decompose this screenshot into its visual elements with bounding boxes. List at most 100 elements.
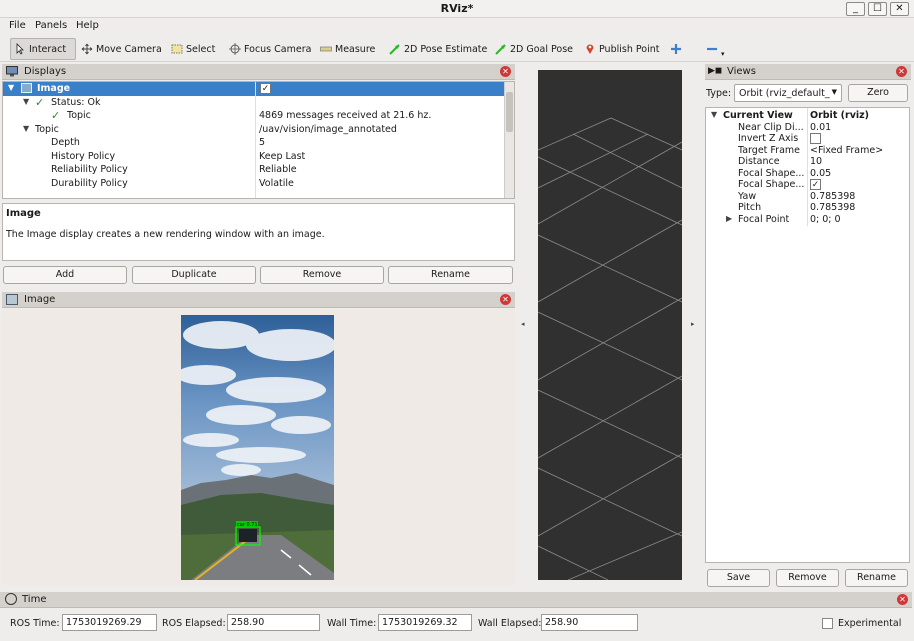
- close-time-icon[interactable]: ✕: [897, 594, 908, 605]
- chevron-down-icon[interactable]: ▾: [721, 50, 725, 58]
- pitch-value[interactable]: 0.785398: [810, 202, 855, 213]
- display-topic-value[interactable]: /uav/vision/image_annotated: [259, 124, 397, 135]
- display-reliability-label: Reliability Policy: [51, 164, 128, 175]
- distance-label: Distance: [738, 156, 780, 167]
- displays-panel-header: Displays ✕: [2, 64, 515, 80]
- yaw-label: Yaw: [738, 190, 757, 202]
- close-image-panel-icon[interactable]: ✕: [500, 294, 511, 305]
- wall-elapsed-field[interactable]: 258.90: [541, 614, 638, 631]
- monitor-icon: [6, 66, 18, 77]
- expand-arrow-icon[interactable]: ▼: [8, 83, 14, 92]
- expand-arrow-icon[interactable]: ▼: [711, 110, 717, 119]
- target-frame-value[interactable]: <Fixed Frame>: [810, 145, 883, 156]
- add-display-button[interactable]: Add: [3, 266, 127, 284]
- focal-shape-fixed-label: Focal Shape...: [738, 179, 805, 190]
- description-title: Image: [6, 208, 41, 219]
- cursor-icon: [16, 43, 24, 55]
- current-view-label: Current View: [723, 110, 793, 121]
- focal-point-value[interactable]: 0; 0; 0: [810, 214, 841, 225]
- chevron-down-icon: ▼: [831, 88, 837, 96]
- check-ok-icon: ✓: [51, 109, 61, 122]
- display-depth-value[interactable]: 5: [259, 137, 265, 148]
- close-views-icon[interactable]: ✕: [896, 66, 907, 77]
- expand-arrow-icon[interactable]: ▼: [23, 124, 29, 133]
- display-history-value[interactable]: Keep Last: [259, 151, 305, 162]
- distance-value[interactable]: 10: [810, 156, 822, 167]
- duplicate-display-button[interactable]: Duplicate: [132, 266, 256, 284]
- display-image-name: Image: [37, 83, 71, 94]
- collapse-right-icon[interactable]: ▸: [691, 320, 695, 328]
- collapse-left-icon[interactable]: ◂: [521, 320, 525, 328]
- display-history-label: History Policy: [51, 150, 116, 162]
- display-durability-value[interactable]: Volatile: [259, 178, 294, 189]
- experimental-checkbox[interactable]: [822, 618, 833, 629]
- wall-time-label: Wall Time:: [327, 618, 377, 629]
- time-title: Time: [22, 594, 47, 605]
- column-divider: [255, 82, 256, 198]
- display-topic-status-value: 4869 messages received at 21.6 hz.: [259, 110, 432, 121]
- focal-shape-size-value[interactable]: 0.05: [810, 168, 831, 179]
- view-type-select[interactable]: Orbit (rviz_default_ ▼: [734, 84, 842, 102]
- expand-arrow-icon[interactable]: ▶: [726, 214, 732, 223]
- interact-tool[interactable]: Interact: [10, 38, 76, 60]
- check-ok-icon: ✓: [35, 95, 45, 109]
- close-displays-icon[interactable]: ✕: [500, 66, 511, 77]
- view-type-value: Orbit (rviz_default_: [739, 88, 830, 99]
- minimize-button[interactable]: _: [846, 2, 865, 16]
- menu-file[interactable]: File: [9, 20, 26, 31]
- invert-z-checkbox[interactable]: [810, 133, 821, 144]
- publish-point-icon: [586, 44, 594, 54]
- pose-estimate-label: 2D Pose Estimate: [404, 43, 488, 55]
- views-panel-header: ▶◼ Views ✕: [705, 64, 911, 80]
- add-tool-button[interactable]: [667, 38, 685, 60]
- near-clip-value[interactable]: 0.01: [810, 122, 831, 133]
- minus-icon: [707, 47, 717, 51]
- rename-view-button[interactable]: Rename: [845, 569, 908, 587]
- goal-pose-tool[interactable]: 2D Goal Pose: [492, 38, 573, 60]
- remove-display-button[interactable]: Remove: [260, 266, 384, 284]
- maximize-button[interactable]: ☐: [868, 2, 887, 16]
- display-reliability-value[interactable]: Reliable: [259, 164, 297, 175]
- expand-arrow-icon[interactable]: ▼: [23, 97, 29, 106]
- yaw-value[interactable]: 0.785398: [810, 191, 855, 202]
- measure-tool[interactable]: Measure: [317, 38, 375, 60]
- focal-shape-fixed-checkbox[interactable]: ✓: [810, 179, 821, 190]
- publish-point-tool[interactable]: Publish Point: [581, 38, 659, 60]
- views-title: Views: [727, 66, 756, 77]
- displays-scrollbar[interactable]: [504, 82, 514, 198]
- scroll-thumb[interactable]: [506, 92, 513, 132]
- remove-view-button[interactable]: Remove: [776, 569, 839, 587]
- select-label: Select: [186, 43, 216, 55]
- wall-time-field[interactable]: 1753019269.32: [378, 614, 472, 631]
- zero-button[interactable]: Zero: [848, 84, 908, 102]
- display-topic-status-label: Topic: [67, 110, 91, 121]
- display-image-checkbox[interactable]: ✓: [260, 83, 271, 94]
- displays-tree: ▼ Image ✓ ▼ ✓ Status: Ok ✓ Topic 4869 me…: [2, 81, 515, 199]
- rename-display-button[interactable]: Rename: [388, 266, 513, 284]
- focus-camera-tool[interactable]: Focus Camera: [226, 38, 311, 60]
- select-icon: [171, 44, 183, 54]
- goal-pose-label: 2D Goal Pose: [510, 43, 574, 55]
- image-panel-title: Image: [24, 294, 56, 305]
- remove-tool-button[interactable]: ▾: [703, 38, 725, 60]
- displays-title: Displays: [24, 66, 67, 77]
- measure-icon: [320, 46, 332, 52]
- select-tool[interactable]: Select: [168, 38, 215, 60]
- menu-panels[interactable]: Panels: [35, 20, 67, 31]
- menu-help[interactable]: Help: [76, 20, 99, 31]
- invert-z-label: Invert Z Axis: [738, 133, 799, 144]
- display-topic-label: Topic: [35, 123, 59, 135]
- move-camera-tool[interactable]: Move Camera: [78, 38, 162, 60]
- grid-view: [538, 117, 682, 580]
- pose-estimate-tool[interactable]: 2D Pose Estimate: [386, 38, 487, 60]
- ros-elapsed-field[interactable]: 258.90: [227, 614, 320, 631]
- render-viewport[interactable]: [538, 70, 682, 580]
- display-status-label: Status: Ok: [51, 96, 101, 108]
- close-window-button[interactable]: ✕: [890, 2, 909, 16]
- ros-time-field[interactable]: 1753019269.29: [62, 614, 157, 631]
- save-view-button[interactable]: Save: [707, 569, 770, 587]
- focal-point-label: Focal Point: [738, 213, 790, 225]
- description-text: The Image display creates a new renderin…: [6, 229, 325, 240]
- measure-label: Measure: [335, 43, 376, 55]
- column-divider: [807, 108, 808, 226]
